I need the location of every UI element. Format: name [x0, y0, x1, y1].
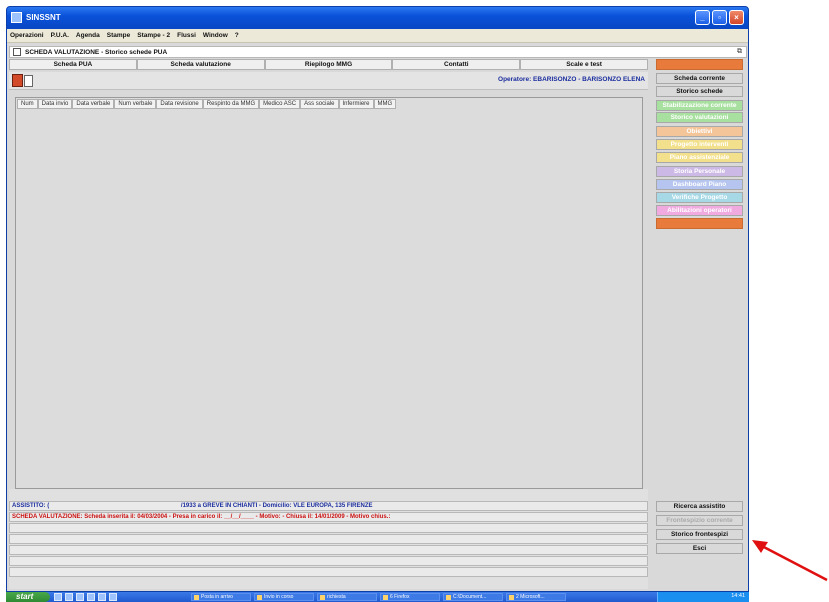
- task-documents[interactable]: C:\Document...: [443, 593, 503, 601]
- status-area: ASSISTITO: ( /1933 a GREVE IN CHIANTI - …: [9, 489, 648, 589]
- quick-launch-icon[interactable]: [109, 593, 117, 601]
- minimize-button[interactable]: _: [695, 10, 710, 25]
- ricerca-assistito-button[interactable]: Ricerca assistito: [656, 501, 743, 512]
- frontespizio-corrente-button[interactable]: Frontespizio corrente: [656, 515, 743, 526]
- column-header-data-verbale[interactable]: Data verbale: [72, 99, 115, 109]
- quick-launch-icon[interactable]: [98, 593, 106, 601]
- task-list: Posta in arrivo Invio in corso richiesta…: [191, 593, 566, 601]
- window-title: SINSSNT: [26, 13, 61, 22]
- status-row-empty: [9, 556, 648, 566]
- inner-window-title-bar[interactable]: SCHEDA VALUTAZIONE - Storico schede PUA …: [9, 46, 747, 58]
- menu-stampe-2[interactable]: Stampe - 2: [137, 32, 170, 39]
- right-panel: Scheda corrente Storico schede Stabilizz…: [652, 59, 747, 589]
- obiettivi-button[interactable]: Obiettivi: [656, 126, 743, 137]
- clock: 14:41: [731, 593, 745, 599]
- column-header-data-invio[interactable]: Data invio: [37, 99, 73, 109]
- quick-launch-icon[interactable]: [65, 593, 73, 601]
- app-icon: [11, 12, 22, 23]
- tab-contatti[interactable]: Contatti: [392, 59, 521, 70]
- storico-valutazioni-button[interactable]: Storico valutazioni: [656, 112, 743, 123]
- toolbar: Operatore: EBARISONZO - BARISONZO ELENA: [9, 72, 648, 90]
- annotation-arrow-icon: [752, 540, 828, 582]
- client-area: SCHEDA VALUTAZIONE - Storico schede PUA …: [7, 43, 748, 591]
- menu-flussi[interactable]: Flussi: [177, 32, 196, 39]
- column-header-data-revisione[interactable]: Data revisione: [156, 99, 203, 109]
- stabilizzazione-corrente-button[interactable]: Stabilizzazione corrente: [656, 100, 743, 111]
- assistito-label: ASSISTITO: (: [12, 503, 50, 509]
- quick-launch-icon[interactable]: [87, 593, 95, 601]
- close-button[interactable]: ×: [729, 10, 744, 25]
- operator-label: Operatore: EBARISONZO - BARISONZO ELENA: [498, 76, 645, 83]
- maximize-button[interactable]: ▫: [712, 10, 727, 25]
- storico-schede-button[interactable]: Storico schede: [656, 86, 743, 97]
- column-header-infermiere[interactable]: Infermiere: [338, 99, 374, 109]
- column-header-medico-asc[interactable]: Medico ASC: [259, 99, 301, 109]
- task-invio-in-corso[interactable]: Invio in corso: [254, 593, 314, 601]
- status-row-empty: [9, 534, 648, 544]
- task-posta-in-arrivo[interactable]: Posta in arrivo: [191, 593, 251, 601]
- table-header: Num Data invio Data verbale Num verbale …: [17, 99, 397, 109]
- menu-window[interactable]: Window: [203, 32, 228, 39]
- storia-personale-button[interactable]: Storia Personale: [656, 166, 743, 177]
- title-bar[interactable]: SINSSNT _ ▫ ×: [7, 7, 748, 29]
- system-tray: 14:41: [657, 592, 749, 602]
- abilitazioni-operatori-button[interactable]: Abilitazioni operatori: [656, 205, 743, 216]
- progetto-interventi-button[interactable]: Progetto interventi: [656, 139, 743, 150]
- panel-footer-bar: [656, 218, 743, 229]
- history-table[interactable]: Num Data invio Data verbale Num verbale …: [15, 97, 643, 489]
- inner-window-title: SCHEDA VALUTAZIONE - Storico schede PUA: [25, 48, 168, 56]
- column-header-num-verbale[interactable]: Num verbale: [114, 99, 157, 109]
- document-icon[interactable]: [24, 75, 33, 87]
- app-window: SINSSNT _ ▫ × Operazioni P.U.A. Agenda S…: [6, 6, 749, 592]
- tab-scale-e-test[interactable]: Scale e test: [520, 59, 648, 70]
- start-button[interactable]: start: [6, 592, 50, 602]
- scheda-corrente-button[interactable]: Scheda corrente: [656, 73, 743, 84]
- assistito-row: ASSISTITO: ( /1933 a GREVE IN CHIANTI - …: [9, 501, 648, 511]
- status-row-empty: [9, 567, 648, 577]
- dashboard-piano-button[interactable]: Dashboard Piano: [656, 179, 743, 190]
- quick-launch-icon[interactable]: [76, 593, 84, 601]
- menu-operazioni[interactable]: Operazioni: [10, 32, 44, 39]
- tab-scheda-pua[interactable]: Scheda PUA: [9, 59, 137, 70]
- task-firefox[interactable]: 6 Firefox: [380, 593, 440, 601]
- column-header-respinto-da-mmg[interactable]: Respinto da MMG: [202, 99, 260, 109]
- tab-scheda-valutazione[interactable]: Scheda valutazione: [136, 59, 265, 70]
- task-microsoft[interactable]: 2 Microsoft...: [506, 593, 566, 601]
- column-header-num[interactable]: Num: [17, 99, 38, 109]
- menu-stampe[interactable]: Stampe: [107, 32, 130, 39]
- menu-pua[interactable]: P.U.A.: [51, 32, 69, 39]
- verifiche-progetto-button[interactable]: Verifiche Progetto: [656, 192, 743, 203]
- menu-help[interactable]: ?: [235, 32, 239, 39]
- piano-assistenziale-button[interactable]: Piano assistenziale: [656, 152, 743, 163]
- quick-launch-icon[interactable]: [54, 593, 62, 601]
- column-header-ass-sociale[interactable]: Ass sociale: [300, 99, 339, 109]
- menu-bar: Operazioni P.U.A. Agenda Stampe Stampe -…: [7, 29, 748, 43]
- taskbar: start Posta in arrivo Invio in corso ric…: [6, 592, 749, 602]
- tab-riepilogo-mmg[interactable]: Riepilogo MMG: [264, 59, 393, 70]
- menu-agenda[interactable]: Agenda: [76, 32, 100, 39]
- scheda-valutazione-row: SCHEDA VALUTAZIONE: Scheda inserita il: …: [9, 512, 648, 522]
- pdf-icon[interactable]: [12, 74, 23, 87]
- panel-header-bar: [656, 59, 743, 70]
- tab-bar: Scheda PUA Scheda valutazione Riepilogo …: [9, 59, 648, 70]
- task-richiesta[interactable]: richiesta: [317, 593, 377, 601]
- inner-window-icon: [13, 48, 21, 56]
- esci-button[interactable]: Esci: [656, 543, 743, 554]
- storico-frontespizi-button[interactable]: Storico frontespizi: [656, 529, 743, 540]
- status-row-empty: [9, 523, 648, 533]
- restore-icon[interactable]: ⧉: [737, 48, 742, 56]
- column-header-mmg[interactable]: MMG: [373, 99, 397, 109]
- assistito-info: /1933 a GREVE IN CHIANTI - Domicilio: VL…: [180, 503, 373, 509]
- quick-launch: [54, 593, 117, 601]
- status-row-empty: [9, 545, 648, 555]
